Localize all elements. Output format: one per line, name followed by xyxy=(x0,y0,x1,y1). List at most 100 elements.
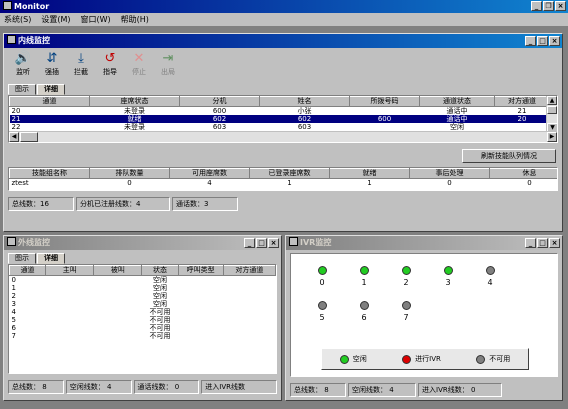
legend-idle: 空闲 xyxy=(339,354,367,364)
column-header[interactable]: 排队数量 xyxy=(89,168,170,179)
table-cell: 5 xyxy=(11,316,16,324)
exit-button[interactable]: ⇥ 出局 xyxy=(155,51,181,81)
table-row[interactable]: 5 不可用 xyxy=(10,316,276,324)
column-header[interactable]: 姓名 xyxy=(259,96,350,107)
table-row[interactable]: 21 就绪 602 602 600 通话中 20 xyxy=(9,115,550,123)
maximize-button[interactable]: □ xyxy=(256,238,267,248)
exit-door-icon: ⇥ xyxy=(162,51,174,66)
minimize-button[interactable]: _ xyxy=(531,1,542,11)
table-row[interactable]: 7 不可用 xyxy=(10,332,276,340)
table-row[interactable]: 4 不可用 xyxy=(10,308,276,316)
table-cell xyxy=(94,284,142,292)
ivr-channel-label: 7 xyxy=(403,313,409,322)
scroll-right-icon[interactable]: ▶ xyxy=(547,132,557,142)
trunk-tabs: 图示 详细 xyxy=(8,253,281,264)
column-header[interactable]: 对方通道 xyxy=(222,265,276,276)
close-button[interactable]: × xyxy=(549,36,560,46)
minimize-button[interactable]: _ xyxy=(525,238,536,248)
table-row[interactable]: 2 空闲 xyxy=(10,292,276,300)
column-header[interactable]: 分机 xyxy=(179,96,260,107)
ivr-channel[interactable]: 5 xyxy=(301,301,343,322)
ivr-channel[interactable]: 0 xyxy=(301,266,343,287)
table-cell: 不可用 xyxy=(149,324,171,332)
minimize-button[interactable]: _ xyxy=(244,238,255,248)
ivr-channel[interactable]: 2 xyxy=(385,266,427,287)
column-header[interactable]: 技能组名称 xyxy=(9,168,90,179)
column-header[interactable]: 呼叫类型 xyxy=(177,265,224,276)
column-header[interactable]: 主叫 xyxy=(45,265,95,276)
menu-system[interactable]: 系统(S) xyxy=(4,14,31,25)
binoculars-icon xyxy=(7,237,16,246)
menu-settings[interactable]: 设置(M) xyxy=(41,14,70,25)
tab-detail[interactable]: 详细 xyxy=(37,84,65,95)
column-header[interactable]: 就绪 xyxy=(329,168,410,179)
menu-help[interactable]: 帮助(H) xyxy=(121,14,149,25)
trunk-monitor-title-bar: 外线监控 _ □ × xyxy=(4,236,281,250)
ivr-channel[interactable]: 1 xyxy=(343,266,385,287)
column-header[interactable]: 事后处理 xyxy=(409,168,490,179)
table-row[interactable]: 20 未登录 600 小张 通话中 21 xyxy=(10,107,550,116)
table-header-row: 技能组名称 排队数量 可用座席数 已登录座席数 就绪 事后处理 休息 xyxy=(9,168,557,179)
ivr-monitor-title: IVR监控 xyxy=(300,238,332,247)
column-header[interactable]: 休息 xyxy=(489,168,557,179)
tab-diagram[interactable]: 图示 xyxy=(8,253,36,264)
menu-window[interactable]: 窗口(W) xyxy=(80,14,110,25)
ivr-channel[interactable]: 6 xyxy=(343,301,385,322)
table-row[interactable]: 0 空闲 xyxy=(10,276,276,285)
listen-button[interactable]: 🔊 监听 xyxy=(10,51,36,81)
column-header[interactable]: 通道 xyxy=(9,96,90,107)
barge-in-button[interactable]: ⇵ 强插 xyxy=(39,51,65,81)
stop-button[interactable]: ✕ 停止 xyxy=(126,51,152,81)
column-header[interactable]: 被叫 xyxy=(93,265,143,276)
coach-button[interactable]: ↺ 指导 xyxy=(97,51,123,81)
horizontal-scrollbar[interactable]: ◀ ▶ xyxy=(9,131,557,142)
table-cell: 600 xyxy=(349,115,420,123)
close-button[interactable]: × xyxy=(555,1,566,11)
tab-detail[interactable]: 详细 xyxy=(37,253,65,264)
scroll-left-icon[interactable]: ◀ xyxy=(9,132,19,142)
scroll-up-icon[interactable]: ▲ xyxy=(547,96,557,105)
intercept-button[interactable]: ⤓ 拦截 xyxy=(68,51,94,81)
hscroll-thumb[interactable] xyxy=(20,132,38,142)
maximize-button[interactable]: □ xyxy=(537,238,548,248)
maximize-button[interactable]: □ xyxy=(537,36,548,46)
refresh-skill-queue-button[interactable]: 刷新技能队列情况 xyxy=(462,149,556,163)
table-cell xyxy=(46,308,94,316)
table-row[interactable]: 3 空闲 xyxy=(10,300,276,308)
column-header[interactable]: 通道 xyxy=(9,265,47,276)
table-row[interactable]: 6 不可用 xyxy=(10,324,276,332)
table-cell xyxy=(223,276,275,285)
column-header[interactable]: 所拨号码 xyxy=(349,96,420,107)
ivr-channel[interactable]: 7 xyxy=(385,301,427,322)
minimize-button[interactable]: _ xyxy=(525,36,536,46)
ivr-channel[interactable]: 4 xyxy=(469,266,511,287)
restore-button[interactable]: ❐ xyxy=(543,1,554,11)
column-header[interactable]: 已登录座席数 xyxy=(249,168,330,179)
column-header[interactable]: 通道状态 xyxy=(419,96,495,107)
table-cell: 不可用 xyxy=(149,308,171,316)
trunk-table-container: 通道 主叫 被叫 状态 呼叫类型 对方通道 0 空闲 1 空闲 2 空闲 3 空闲 4 不可用 5 不可用 6 不可… xyxy=(8,264,277,374)
tab-diagram[interactable]: 图示 xyxy=(8,84,36,95)
table-cell xyxy=(178,284,223,292)
table-cell: 4 xyxy=(11,308,16,316)
status-ivr: 进入IVR线数： 0 xyxy=(418,383,502,397)
binoculars-icon xyxy=(289,237,298,246)
close-button[interactable]: × xyxy=(549,238,560,248)
column-header[interactable]: 可用座席数 xyxy=(169,168,250,179)
table-cell: 小张 xyxy=(297,107,312,115)
scroll-thumb[interactable] xyxy=(547,106,557,114)
table-row[interactable]: ztest 0 4 1 1 0 0 xyxy=(10,179,558,188)
vertical-scrollbar[interactable]: ▲ ▼ xyxy=(546,96,557,132)
gray-dot-icon xyxy=(476,354,486,364)
skill-table-container: 技能组名称 排队数量 可用座席数 已登录座席数 就绪 事后处理 休息 ztest 0 4 1 1 0 0 xyxy=(8,167,558,191)
table-row[interactable]: 22 未登录 603 603 空闲 xyxy=(10,123,550,131)
table-row[interactable]: 1 空闲 xyxy=(10,284,276,292)
channel-status-dot-icon xyxy=(359,266,369,275)
channel-status-dot-icon xyxy=(359,301,369,310)
column-header[interactable]: 对方通道 xyxy=(494,96,550,107)
table-cell xyxy=(46,316,94,324)
close-button[interactable]: × xyxy=(268,238,279,248)
ivr-channel[interactable]: 3 xyxy=(427,266,469,287)
column-header[interactable]: 状态 xyxy=(141,265,179,276)
column-header[interactable]: 座席状态 xyxy=(89,96,180,107)
